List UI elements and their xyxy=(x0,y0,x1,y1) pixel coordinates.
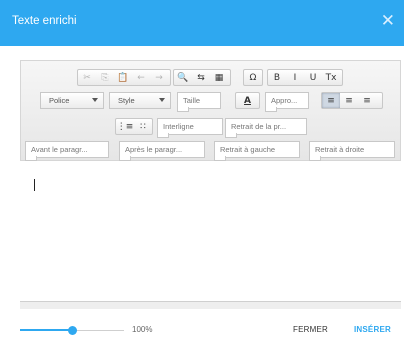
align-center-icon[interactable]: ≡ xyxy=(340,93,358,108)
ordered-list-icon[interactable]: ⋮≡ xyxy=(116,119,134,134)
bold-icon[interactable]: B xyxy=(268,70,286,85)
zoom-slider[interactable] xyxy=(20,326,124,335)
editor-content-area[interactable] xyxy=(20,161,401,301)
close-icon[interactable]: ✕ xyxy=(381,12,395,29)
table-icon[interactable]: ▦ xyxy=(210,70,228,85)
cut-icon[interactable]: ✂ xyxy=(78,70,96,85)
text-color-button[interactable]: A xyxy=(235,92,260,109)
zoom-slider-handle[interactable] xyxy=(68,326,77,335)
appearance-label: Appro... xyxy=(271,96,298,105)
style-dropdown[interactable]: Style xyxy=(109,92,171,109)
insert-button[interactable]: INSÉRER xyxy=(354,325,391,334)
dialog-footer: 100% FERMER INSÉRER xyxy=(0,320,404,343)
indent-right-field[interactable]: Retrait à droite xyxy=(309,141,395,161)
chevron-down-icon xyxy=(92,98,98,102)
space-before-label: Avant le paragr... xyxy=(31,145,88,154)
font-size-label: Taille xyxy=(183,96,201,105)
font-size-field[interactable]: Taille xyxy=(177,92,221,112)
zoom-value: 100% xyxy=(132,325,153,334)
indent-left-field[interactable]: Retrait à gauche xyxy=(214,141,300,161)
editor-toolbar: ✂ ⎘ 📋 ← → 🔍 ⇆ ▦ Ω B I U Tx Police Style Taille A … xyxy=(20,60,401,161)
bullet-list-icon[interactable]: ∷ xyxy=(134,119,152,134)
find-group: 🔍 ⇆ ▦ xyxy=(173,69,231,86)
alignment-group: ≡ ≡ ≡ xyxy=(321,92,383,109)
space-after-label: Après le paragr... xyxy=(125,145,183,154)
format-group: B I U Tx xyxy=(267,69,343,86)
dialog-header: Texte enrichi ✕ xyxy=(0,0,404,46)
font-dropdown[interactable]: Police xyxy=(40,92,104,109)
redo-icon[interactable]: → xyxy=(150,70,168,85)
line-spacing-field[interactable]: Interligne xyxy=(157,118,223,138)
clipboard-group: ✂ ⎘ 📋 ← → xyxy=(77,69,171,86)
align-right-icon[interactable]: ≡ xyxy=(358,93,376,108)
horizontal-scrollbar[interactable] xyxy=(20,301,401,309)
text-cursor xyxy=(34,179,35,191)
clear-format-icon[interactable]: Tx xyxy=(322,70,340,85)
first-line-indent-field[interactable]: Retrait de la pr... xyxy=(225,118,307,138)
space-before-field[interactable]: Avant le paragr... xyxy=(25,141,109,161)
special-char-group: Ω xyxy=(243,69,263,86)
undo-icon[interactable]: ← xyxy=(132,70,150,85)
underline-icon[interactable]: U xyxy=(304,70,322,85)
line-spacing-label: Interligne xyxy=(163,122,194,131)
space-after-field[interactable]: Après le paragr... xyxy=(119,141,205,161)
font-dropdown-label: Police xyxy=(49,96,70,105)
paste-icon[interactable]: 📋 xyxy=(114,70,132,85)
indent-right-label: Retrait à droite xyxy=(315,145,365,154)
replace-icon[interactable]: ⇆ xyxy=(192,70,210,85)
style-dropdown-label: Style xyxy=(118,96,135,105)
list-group: ⋮≡ ∷ xyxy=(115,118,153,135)
text-color-icon: A xyxy=(244,95,251,106)
search-icon[interactable]: 🔍 xyxy=(174,70,192,85)
first-line-indent-label: Retrait de la pr... xyxy=(231,122,287,131)
appearance-field[interactable]: Appro... xyxy=(265,92,309,112)
dialog-title: Texte enrichi xyxy=(12,15,77,27)
indent-left-label: Retrait à gauche xyxy=(220,145,276,154)
special-char-icon[interactable]: Ω xyxy=(244,70,262,85)
close-button[interactable]: FERMER xyxy=(293,325,328,334)
copy-icon[interactable]: ⎘ xyxy=(96,70,114,85)
italic-icon[interactable]: I xyxy=(286,70,304,85)
zoom-slider-fill xyxy=(20,329,72,331)
align-left-icon[interactable]: ≡ xyxy=(322,93,340,108)
chevron-down-icon xyxy=(159,98,165,102)
rich-text-editor: ✂ ⎘ 📋 ← → 🔍 ⇆ ▦ Ω B I U Tx Police Style Taille A … xyxy=(20,60,401,320)
